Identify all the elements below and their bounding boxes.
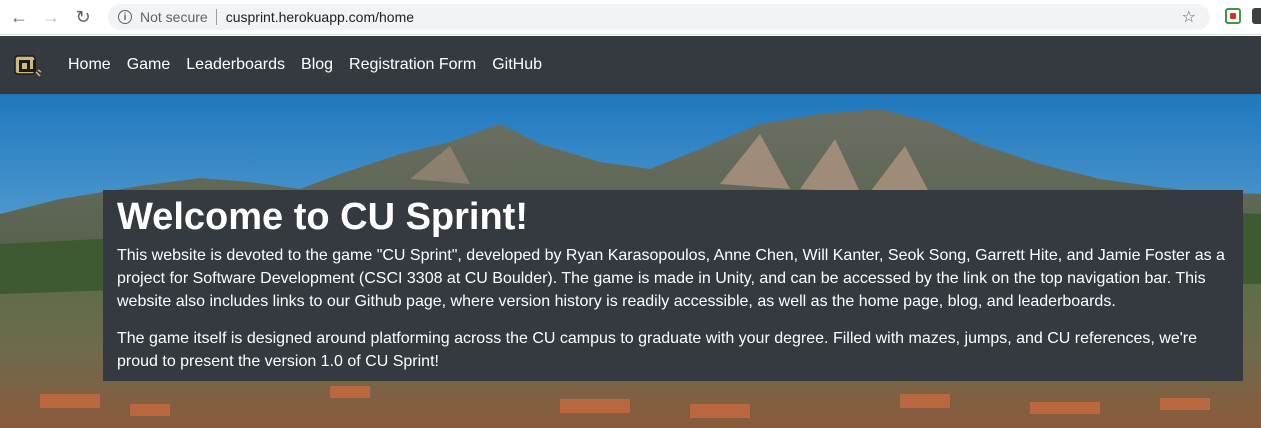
nav-link-home[interactable]: Home xyxy=(60,56,119,74)
url-text[interactable]: cusprint.herokuapp.com/home xyxy=(226,9,414,25)
extension-icon[interactable] xyxy=(1225,8,1241,24)
address-bar[interactable]: i Not secure cusprint.herokuapp.com/home… xyxy=(108,4,1210,30)
forward-icon[interactable]: → xyxy=(40,6,62,28)
cu-logo-icon[interactable] xyxy=(14,52,44,80)
extension-icon-2[interactable] xyxy=(1252,8,1261,24)
welcome-panel: Welcome to CU Sprint! This website is de… xyxy=(103,190,1243,381)
back-icon[interactable]: ← xyxy=(8,6,30,28)
intro-paragraph: This website is devoted to the game "CU … xyxy=(117,247,1225,310)
address-separator xyxy=(215,9,217,25)
info-icon[interactable]: i xyxy=(118,10,132,24)
nav-links: Home Game Leaderboards Blog Registration… xyxy=(60,36,550,94)
nav-link-github[interactable]: GitHub xyxy=(484,56,550,74)
nav-link-registration-form[interactable]: Registration Form xyxy=(341,56,484,74)
nav-link-blog[interactable]: Blog xyxy=(293,56,341,74)
nav-link-leaderboards[interactable]: Leaderboards xyxy=(178,56,293,74)
site-navbar: Home Game Leaderboards Blog Registration… xyxy=(0,36,1261,94)
browser-toolbar: ← → ↻ i Not secure cusprint.herokuapp.co… xyxy=(0,0,1261,35)
page-title: Welcome to CU Sprint! xyxy=(117,196,528,238)
reload-icon[interactable]: ↻ xyxy=(72,6,94,28)
nav-link-game[interactable]: Game xyxy=(119,56,179,74)
security-label: Not secure xyxy=(140,9,208,25)
game-description-paragraph: The game itself is designed around platf… xyxy=(117,330,1198,370)
bookmark-star-icon[interactable]: ☆ xyxy=(1182,7,1196,27)
